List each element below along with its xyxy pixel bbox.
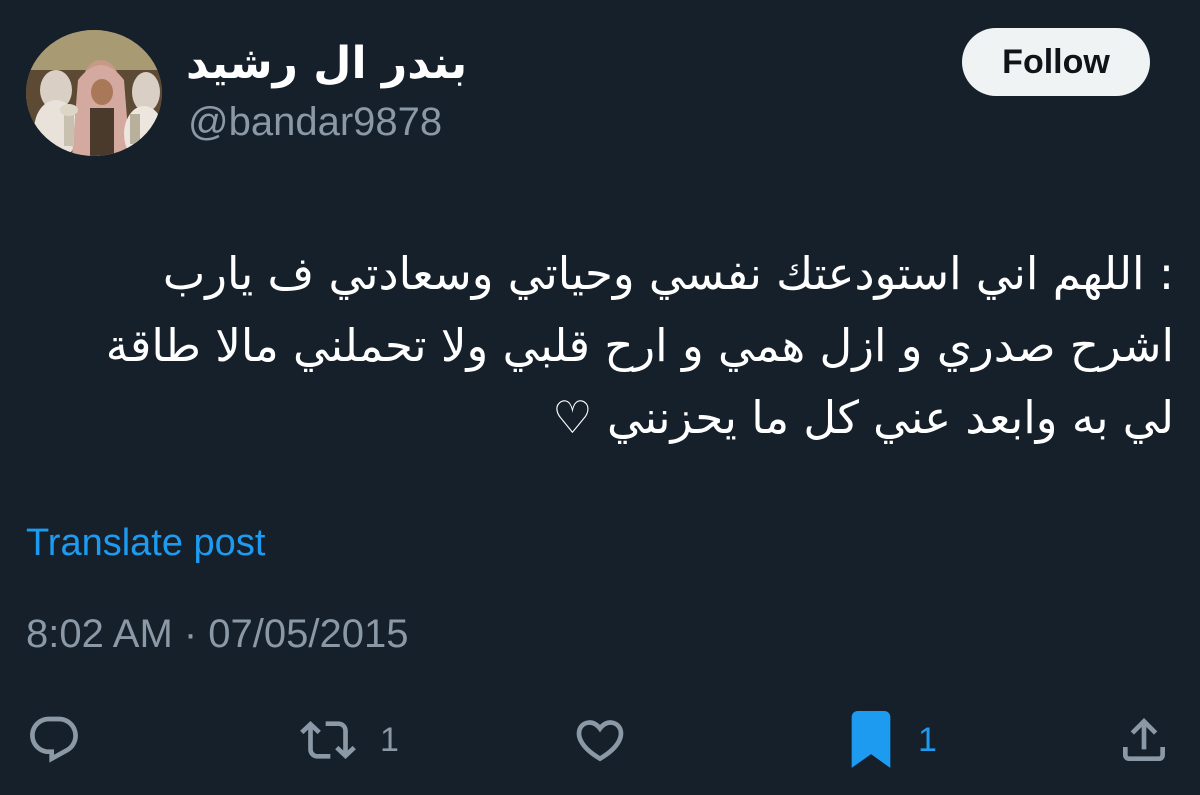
tweet-timestamp[interactable]: 8:02 AM · 07/05/2015 [26, 612, 409, 657]
retweet-button[interactable]: 1 [298, 705, 399, 775]
retweet-icon [300, 721, 356, 759]
share-icon [1123, 718, 1165, 761]
tweet-detail: بندر ال رشيد @bandar9878 Follow : اللهم … [0, 0, 1200, 795]
author-handle[interactable]: @bandar9878 [188, 100, 442, 145]
share-button[interactable] [1116, 705, 1172, 775]
reply-button[interactable] [26, 705, 82, 775]
follow-button[interactable]: Follow [962, 28, 1150, 96]
bookmark-count: 1 [918, 720, 937, 759]
tweet-text: : اللهم اني استودعتك نفسي وحياتي وسعادتي… [14, 238, 1174, 454]
avatar-photo [26, 30, 162, 156]
tweet-text-line: : اللهم اني استودعتك نفسي وحياتي وسعادتي… [162, 247, 1174, 300]
bookmark-icon [851, 711, 891, 768]
avatar[interactable] [26, 30, 162, 156]
like-button[interactable] [572, 705, 628, 775]
bookmark-button[interactable]: 1 [846, 705, 937, 775]
tweet-text-line: اشرح صدري و ازل همي و ارح قلبي ولا تحملن… [105, 319, 1174, 372]
reply-icon [30, 716, 78, 763]
tweet-text-line: لي به وابعد عني كل ما يحزنني ♡ [552, 391, 1174, 444]
translate-post-link[interactable]: Translate post [26, 522, 265, 565]
author-display-name[interactable]: بندر ال رشيد [186, 38, 467, 89]
retweet-count: 1 [380, 720, 399, 759]
action-bar: 1 1 [0, 705, 1200, 775]
heart-icon [576, 720, 624, 762]
